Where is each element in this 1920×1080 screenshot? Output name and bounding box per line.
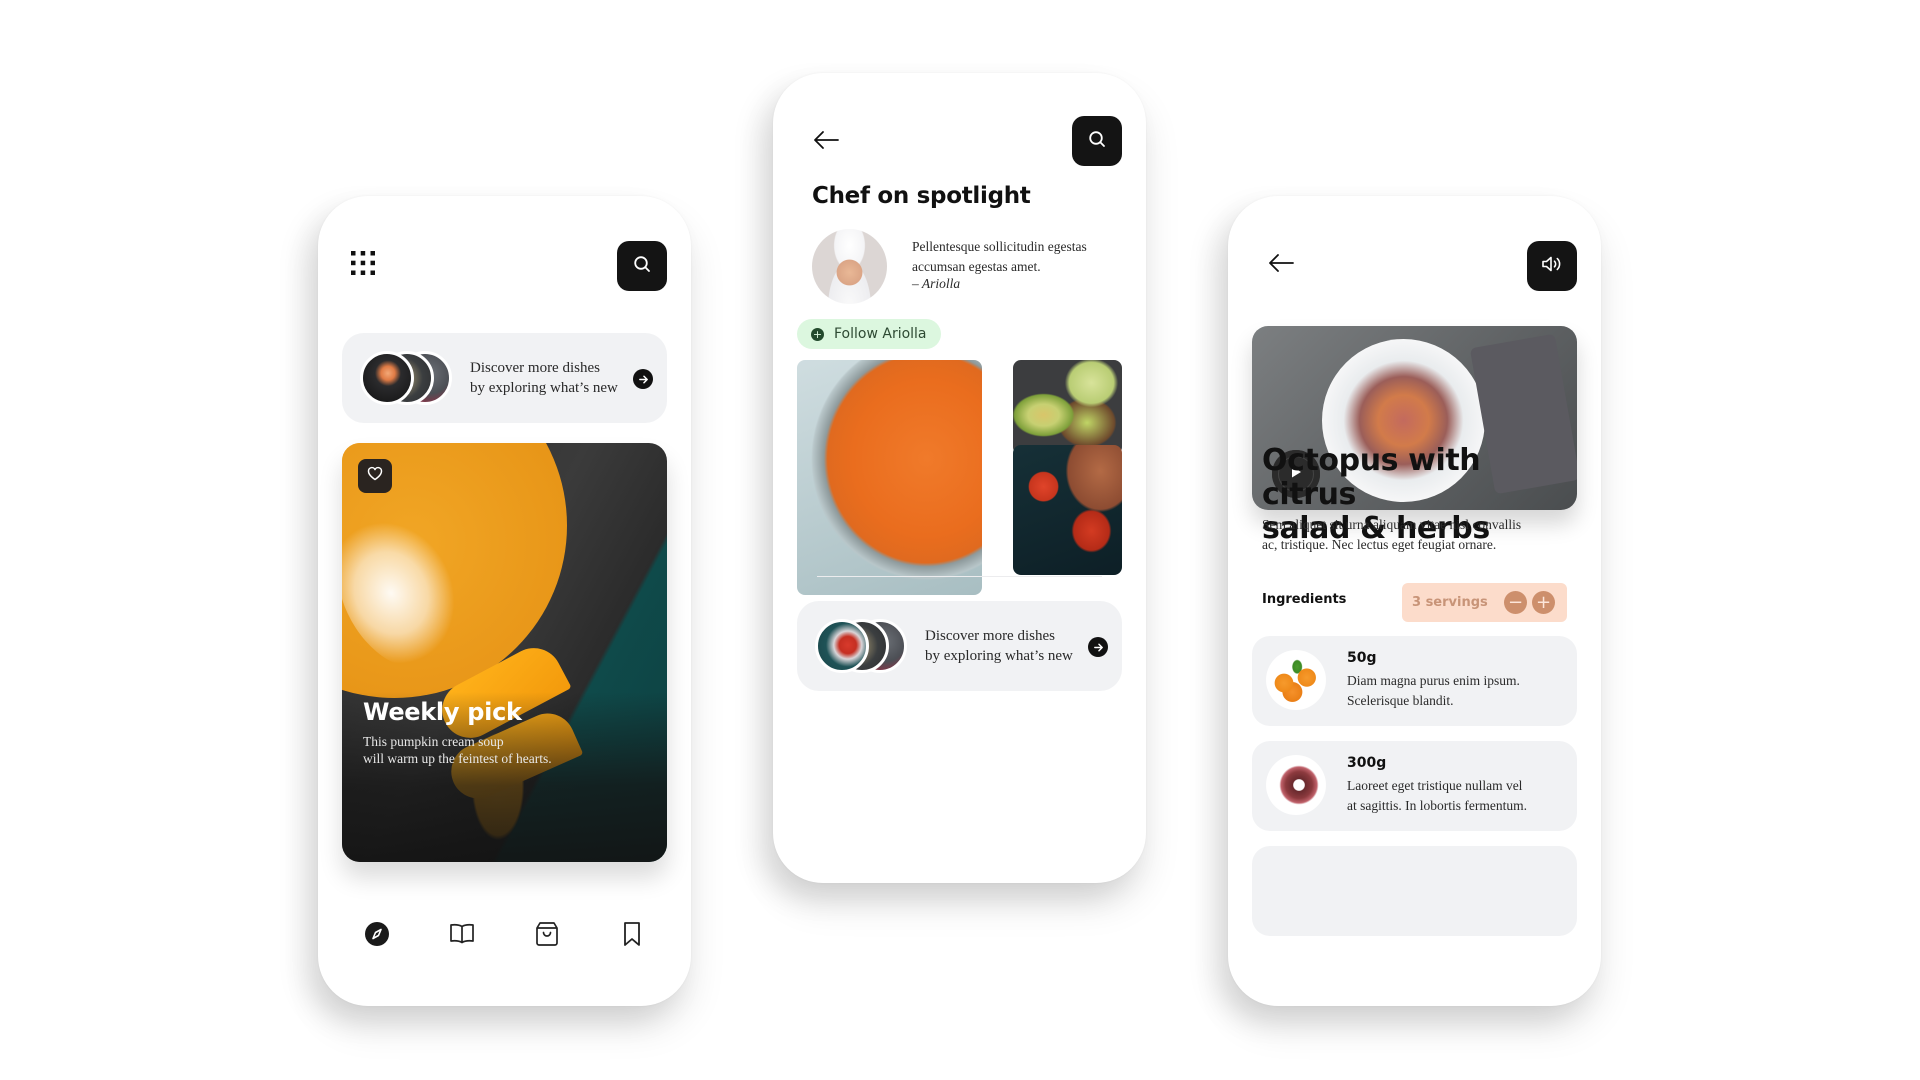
plus-circle-icon: + — [811, 327, 824, 341]
ingredient-desc-line-1: Diam magna purus enim ipsum. — [1347, 673, 1520, 688]
ingredient-desc-line-1: Laoreet eget tristique nullam vel — [1347, 778, 1523, 793]
chef-quote: Pellentesque sollicitudin egestas accums… — [912, 237, 1127, 277]
ingredient-amount: 300g — [1347, 755, 1387, 771]
search-button[interactable] — [617, 241, 667, 291]
weekly-pick-card[interactable]: Weekly pick This pumpkin cream soup will… — [342, 443, 667, 862]
divider — [817, 576, 1102, 577]
ingredient-desc-line-2: at sagittis. In lobortis fermentum. — [1347, 798, 1527, 813]
back-button[interactable] — [1267, 251, 1297, 275]
arrow-left-icon — [1267, 254, 1295, 279]
weekly-desc-line-2: will warm up the feintest of hearts. — [363, 751, 552, 766]
ingredient-image-oranges — [1266, 650, 1326, 710]
book-icon — [449, 922, 475, 951]
thumbnail-1 — [815, 619, 869, 673]
favorite-button[interactable] — [358, 459, 392, 493]
search-icon — [633, 255, 651, 278]
arrow-right-icon[interactable] — [1088, 637, 1108, 657]
ingredient-description: Diam magna purus enim ipsum. Scelerisque… — [1347, 671, 1567, 711]
home-screen-phone: Discover more dishes by exploring what’s… — [318, 196, 691, 1006]
recipe-screen-phone: Octopus with citrus salad & herbs Sem al… — [1228, 196, 1601, 1006]
recipe-description: Sem aliquet sit urna aliquam vitae nisl … — [1262, 515, 1562, 555]
discover-line-1: Discover more dishes — [925, 628, 1055, 644]
desc-line-1: Sem aliquet sit urna aliquam vitae nisl … — [1262, 517, 1522, 532]
nav-shop[interactable] — [532, 921, 562, 951]
dish-thumbnails — [360, 351, 456, 405]
discover-text: Discover more dishes by exploring what’s… — [925, 626, 1085, 666]
search-button[interactable] — [1072, 116, 1122, 166]
dish-thumbnails — [815, 619, 911, 673]
nav-recipes[interactable] — [447, 921, 477, 951]
discover-card[interactable]: Discover more dishes by exploring what’s… — [342, 333, 667, 423]
discover-line-2: by exploring what’s new — [470, 380, 618, 396]
thumbnail-1 — [360, 351, 414, 405]
page-title: Chef on spotlight — [812, 183, 1031, 209]
ingredient-image-octopus — [1266, 755, 1326, 815]
compass-icon — [364, 921, 390, 952]
ingredient-item[interactable]: 300g Laoreet eget tristique nullam vel a… — [1252, 741, 1577, 831]
discover-line-1: Discover more dishes — [470, 360, 600, 376]
bottom-navigation — [318, 921, 691, 957]
gallery-image-avocado-toast[interactable] — [1013, 360, 1122, 455]
weekly-pick-title: Weekly pick — [363, 698, 522, 726]
discover-card[interactable]: Discover more dishes by exploring what’s… — [797, 601, 1122, 691]
discover-line-2: by exploring what’s new — [925, 648, 1073, 664]
decrease-servings-button[interactable]: − — [1504, 591, 1527, 614]
weekly-desc-line-1: This pumpkin cream soup — [363, 734, 504, 749]
back-button[interactable] — [812, 128, 842, 152]
ingredients-label: Ingredients — [1262, 592, 1347, 607]
chef-screen-phone: Chef on spotlight Pellentesque sollicitu… — [773, 73, 1146, 883]
ingredient-item-partial[interactable] — [1252, 846, 1577, 936]
increase-servings-button[interactable]: + — [1532, 591, 1555, 614]
follow-label: Follow Ariolla — [834, 326, 927, 342]
desc-line-2: ac, tristique. Nec lectus eget feugiat o… — [1262, 537, 1497, 552]
quote-line-2: accumsan egestas amet. — [912, 259, 1041, 274]
recipe-title-line-1: Octopus with citrus — [1262, 443, 1481, 512]
bookmark-icon — [622, 921, 642, 952]
quote-line-1: Pellentesque sollicitudin egestas — [912, 239, 1087, 254]
heart-icon — [367, 466, 383, 486]
discover-text: Discover more dishes by exploring what’s… — [470, 358, 630, 398]
gallery-image-tomato-dish[interactable] — [1013, 445, 1122, 575]
ingredient-amount: 50g — [1347, 650, 1377, 666]
nav-saved[interactable] — [617, 921, 647, 951]
gallery-image-carrot-salad[interactable] — [797, 360, 982, 595]
servings-stepper: 3 servings − + — [1402, 583, 1567, 622]
arrow-right-icon[interactable] — [633, 369, 653, 389]
shopping-bag-icon — [535, 921, 559, 952]
ingredient-desc-line-2: Scelerisque blandit. — [1347, 693, 1454, 708]
nav-explore[interactable] — [362, 921, 392, 951]
search-icon — [1088, 130, 1106, 153]
ingredient-description: Laoreet eget tristique nullam vel at sag… — [1347, 776, 1567, 816]
quote-author: – Ariolla — [912, 276, 961, 291]
arrow-left-icon — [812, 131, 840, 156]
grid-menu-icon[interactable] — [349, 249, 377, 277]
weekly-pick-description: This pumpkin cream soup will warm up the… — [363, 733, 623, 767]
servings-label: 3 servings — [1412, 595, 1488, 610]
sound-button[interactable] — [1527, 241, 1577, 291]
chef-avatar[interactable] — [812, 229, 887, 304]
ingredient-item[interactable]: 50g Diam magna purus enim ipsum. Sceleri… — [1252, 636, 1577, 726]
speaker-icon — [1541, 255, 1563, 278]
follow-button[interactable]: + Follow Ariolla — [797, 319, 941, 349]
